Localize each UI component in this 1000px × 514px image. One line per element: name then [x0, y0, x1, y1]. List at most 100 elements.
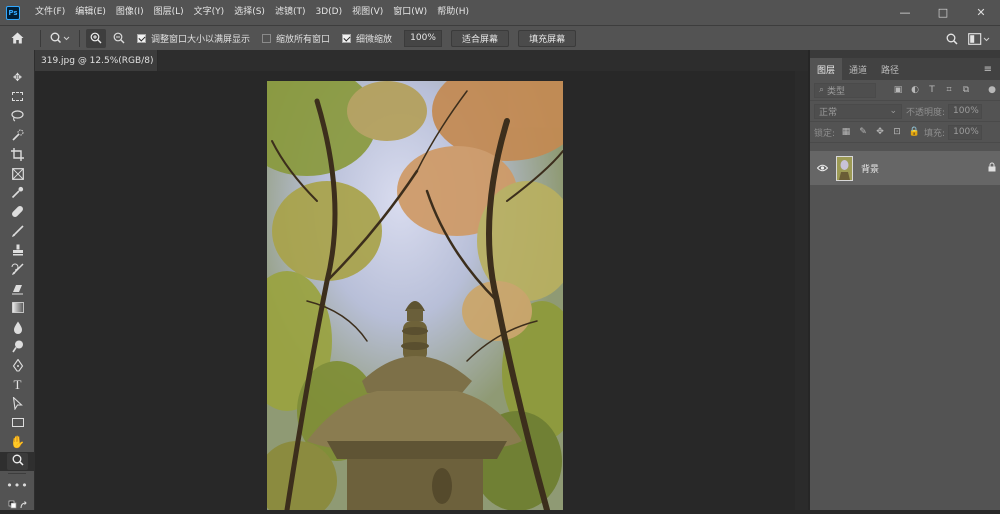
- home-icon[interactable]: [0, 26, 34, 51]
- blend-mode-row: 正常 ⌄ 不透明度: 100%: [810, 101, 1000, 122]
- filter-shape-icon[interactable]: ⌗: [943, 84, 955, 96]
- tab-paths[interactable]: 路径: [874, 58, 906, 80]
- scrubby-zoom-label: 细微缩放: [356, 34, 393, 45]
- workspace-switcher-icon[interactable]: [966, 26, 992, 51]
- menu-help[interactable]: 帮助(H): [432, 0, 474, 25]
- rectangular-marquee-tool-icon[interactable]: [0, 87, 35, 106]
- fill-field[interactable]: 100%: [948, 124, 983, 140]
- window-controls: — □ ✕: [886, 0, 1000, 25]
- healing-brush-tool-icon[interactable]: [0, 202, 35, 221]
- layer-thumbnail: [836, 155, 853, 181]
- menu-window[interactable]: 窗口(W): [388, 0, 432, 25]
- menu-filter[interactable]: 滤镜(T): [270, 0, 311, 25]
- move-tool-icon[interactable]: ✥: [0, 68, 35, 87]
- zoom-all-windows-checkbox[interactable]: 缩放所有窗口: [262, 32, 330, 45]
- lock-artboard-icon[interactable]: ⊡: [891, 126, 903, 138]
- tab-strip-empty: [158, 50, 808, 71]
- menu-layer[interactable]: 图层(L): [149, 0, 189, 25]
- options-bar: 调整窗口大小以满屏显示 缩放所有窗口 细微缩放 100% 适合屏幕 填充屏幕: [0, 25, 1000, 50]
- menu-select[interactable]: 选择(S): [229, 0, 270, 25]
- layer-kind-filter[interactable]: ⌕ 类型: [814, 82, 876, 98]
- photo-forest-pagoda: [267, 81, 563, 510]
- opacity-field[interactable]: 100%: [948, 103, 983, 119]
- edit-toolbar-icon[interactable]: •••: [0, 476, 35, 495]
- layer-row-background[interactable]: 背景: [810, 151, 1000, 185]
- tab-layers[interactable]: 图层: [810, 58, 843, 80]
- pen-tool-icon[interactable]: [0, 356, 35, 375]
- filter-toggle-icon[interactable]: ●: [986, 84, 998, 96]
- menu-bar: Ps 文件(F) 编辑(E) 图像(I) 图层(L) 文字(Y) 选择(S) 滤…: [0, 0, 1000, 25]
- photoshop-logo-icon[interactable]: Ps: [6, 5, 20, 20]
- canvas-vertical-scrollbar[interactable]: [795, 71, 808, 510]
- filter-smart-object-icon[interactable]: ⧉: [960, 84, 972, 96]
- hand-tool-icon[interactable]: ✋: [0, 433, 35, 452]
- rectangle-tool-icon[interactable]: [0, 413, 35, 432]
- crop-tool-icon[interactable]: [0, 145, 35, 164]
- fill-screen-button[interactable]: 填充屏幕: [518, 29, 577, 47]
- filter-type-icon[interactable]: T: [926, 84, 938, 96]
- toolbar-grip[interactable]: [0, 50, 34, 68]
- menu-edit[interactable]: 编辑(E): [70, 0, 111, 25]
- checkbox-unchecked[interactable]: [262, 33, 272, 43]
- checkbox-checked[interactable]: [137, 33, 146, 43]
- zoom-all-windows-label: 缩放所有窗口: [276, 34, 331, 45]
- type-tool-icon[interactable]: T: [0, 375, 35, 394]
- lock-row: 锁定: ▦ ✎ ✥ ⊡ 🔒 填充: 100%: [810, 122, 1000, 143]
- layer-filter-row: ⌕ 类型 ▣ ◐ T ⌗ ⧉ ●: [810, 80, 1000, 101]
- zoom-in-icon[interactable]: [86, 28, 106, 48]
- minimize-button[interactable]: —: [886, 0, 924, 25]
- eye-icon[interactable]: [810, 164, 834, 172]
- menu-view[interactable]: 视图(V): [347, 0, 388, 25]
- zoom-out-icon[interactable]: [109, 26, 129, 51]
- opacity-label: 不透明度:: [906, 107, 946, 118]
- zoom-tool-icon[interactable]: [0, 451, 35, 471]
- separator: [40, 29, 41, 47]
- history-brush-tool-icon[interactable]: [0, 260, 35, 279]
- document-image[interactable]: [267, 81, 563, 510]
- menu-3d[interactable]: 3D(D): [310, 0, 347, 25]
- document-tab[interactable]: 319.jpg @ 12.5%(RGB/8) ×: [35, 50, 169, 71]
- zoom-percentage-field[interactable]: 100%: [404, 29, 443, 47]
- document-tab-title: 319.jpg @ 12.5%(RGB/8): [41, 55, 154, 66]
- search-icon: ⌕: [819, 85, 825, 95]
- lock-position-icon[interactable]: ✥: [874, 126, 886, 138]
- eraser-tool-icon[interactable]: [0, 279, 35, 298]
- maximize-button[interactable]: □: [924, 0, 962, 25]
- scrubby-zoom-checkbox[interactable]: 细微缩放: [342, 32, 392, 45]
- filter-adjustment-icon[interactable]: ◐: [909, 84, 921, 96]
- search-icon[interactable]: [942, 26, 962, 51]
- options-right-icons: [942, 26, 992, 51]
- lock-transparent-icon[interactable]: ▦: [840, 126, 852, 138]
- lock-image-icon[interactable]: ✎: [857, 126, 869, 138]
- filter-pixel-icon[interactable]: ▣: [892, 84, 904, 96]
- lasso-tool-icon[interactable]: [0, 106, 35, 125]
- dodge-tool-icon[interactable]: [0, 337, 35, 356]
- zoom-tool-preset-icon[interactable]: [47, 26, 73, 51]
- layers-panel: 图层 通道 路径 ≡ ⌕ 类型 ▣ ◐ T ⌗ ⧉ ● 正常 ⌄ 不透明度: 1…: [810, 58, 1000, 510]
- default-colors-icon[interactable]: [0, 495, 35, 514]
- resize-windows-checkbox[interactable]: 调整窗口大小以满屏显示: [137, 32, 250, 45]
- fill-label: 填充:: [924, 128, 946, 139]
- menu-type[interactable]: 文字(Y): [189, 0, 230, 25]
- gradient-tool-icon[interactable]: [0, 298, 35, 317]
- tab-channels[interactable]: 通道: [842, 58, 874, 80]
- tools-panel: ✥ T ✋ •••: [0, 50, 35, 510]
- quick-selection-tool-icon[interactable]: [0, 126, 35, 145]
- blend-mode-select[interactable]: 正常 ⌄: [814, 103, 902, 119]
- eyedropper-tool-icon[interactable]: [0, 183, 35, 202]
- frame-tool-icon[interactable]: [0, 164, 35, 183]
- panel-menu-icon[interactable]: ≡: [984, 64, 992, 75]
- lock-all-icon[interactable]: 🔒: [908, 126, 920, 138]
- path-selection-tool-icon[interactable]: [0, 394, 35, 413]
- menu-file[interactable]: 文件(F): [30, 0, 70, 25]
- blur-tool-icon[interactable]: [0, 317, 35, 336]
- lock-icon[interactable]: [988, 162, 996, 175]
- clone-stamp-tool-icon[interactable]: [0, 241, 35, 260]
- brush-tool-icon[interactable]: [0, 222, 35, 241]
- resize-windows-label: 调整窗口大小以满屏显示: [151, 34, 251, 45]
- fit-screen-button[interactable]: 适合屏幕: [451, 29, 510, 47]
- menu-image[interactable]: 图像(I): [111, 0, 149, 25]
- layer-name[interactable]: 背景: [861, 162, 879, 175]
- checkbox-checked[interactable]: [342, 33, 352, 43]
- close-window-button[interactable]: ✕: [962, 0, 1000, 25]
